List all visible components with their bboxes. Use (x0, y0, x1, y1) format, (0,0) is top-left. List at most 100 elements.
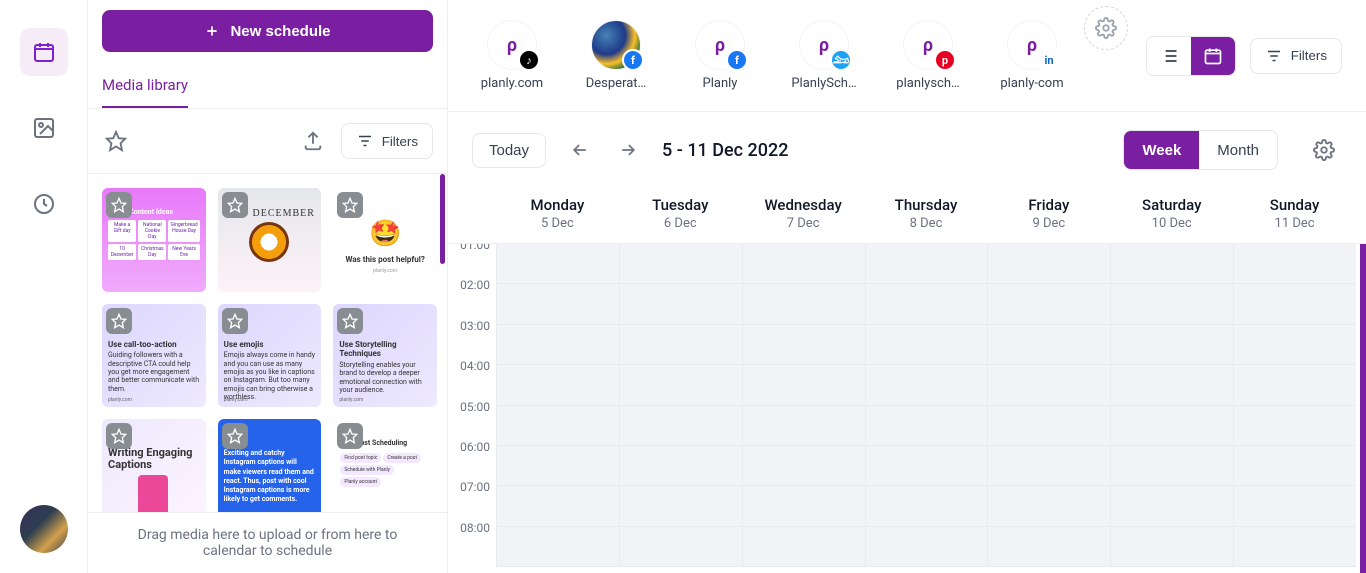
media-filters-button[interactable]: Filters (341, 123, 433, 159)
media-item[interactable]: guide to:Writing Engaging Captions (102, 419, 206, 512)
media-grid-scroll[interactable]: Media Content IdeasMake a Gift dayNation… (88, 174, 447, 512)
time-slot[interactable] (1111, 284, 1233, 324)
day-column[interactable] (1233, 244, 1356, 567)
time-slot[interactable] (866, 446, 988, 486)
next-week-button[interactable] (614, 136, 642, 164)
upload-icon[interactable] (299, 127, 327, 155)
time-slot[interactable] (1234, 406, 1356, 446)
tab-media-library[interactable]: Media library (102, 64, 188, 108)
time-slot[interactable] (743, 527, 865, 567)
favorite-toggle[interactable] (222, 192, 248, 218)
time-slot[interactable] (1111, 527, 1233, 567)
time-slot[interactable] (866, 406, 988, 446)
favorite-toggle[interactable] (222, 308, 248, 334)
time-slot[interactable] (866, 486, 988, 526)
calendar-filters-button[interactable]: Filters (1250, 38, 1342, 74)
account-item[interactable]: fDesperat… (576, 20, 656, 91)
time-slot[interactable] (988, 244, 1110, 284)
account-item[interactable]: ρ♪planly.com (472, 20, 552, 91)
time-slot[interactable] (620, 325, 742, 365)
time-slot[interactable] (743, 446, 865, 486)
media-item[interactable]: Use call-too-actionGuiding followers wit… (102, 304, 206, 408)
time-slot[interactable] (1111, 365, 1233, 405)
time-slot[interactable] (866, 325, 988, 365)
media-item[interactable]: Media Content IdeasMake a Gift dayNation… (102, 188, 206, 292)
time-slot[interactable] (497, 527, 619, 567)
time-slot[interactable] (497, 365, 619, 405)
time-slot[interactable] (497, 325, 619, 365)
day-column[interactable] (865, 244, 988, 567)
time-slot[interactable] (866, 365, 988, 405)
time-slot[interactable] (1234, 365, 1356, 405)
image-nav-icon[interactable] (20, 104, 68, 152)
time-slot[interactable] (866, 527, 988, 567)
day-column[interactable] (742, 244, 865, 567)
calendar-view-button[interactable] (1191, 37, 1235, 75)
time-slot[interactable] (1111, 244, 1233, 284)
favorite-toggle[interactable] (106, 308, 132, 334)
time-slot[interactable] (1234, 244, 1356, 284)
time-slot[interactable] (988, 406, 1110, 446)
time-slot[interactable] (620, 244, 742, 284)
day-column[interactable] (619, 244, 742, 567)
media-item[interactable]: Exciting and catchy Instagram captions w… (218, 419, 322, 512)
time-slot[interactable] (1111, 325, 1233, 365)
time-slot[interactable] (743, 365, 865, 405)
day-column[interactable] (1110, 244, 1233, 567)
time-slot[interactable] (497, 406, 619, 446)
time-slot[interactable] (497, 446, 619, 486)
time-slot[interactable] (988, 365, 1110, 405)
time-slot[interactable] (620, 446, 742, 486)
month-toggle[interactable]: Month (1199, 131, 1277, 169)
time-slot[interactable] (743, 244, 865, 284)
time-slot[interactable] (743, 325, 865, 365)
time-slot[interactable] (497, 486, 619, 526)
day-column[interactable] (496, 244, 619, 567)
media-item[interactable]: Use Storytelling TechniquesStorytelling … (333, 304, 437, 408)
time-slot[interactable] (988, 527, 1110, 567)
time-slot[interactable] (497, 284, 619, 324)
day-column[interactable] (987, 244, 1110, 567)
account-item[interactable]: ρfPlanly (680, 20, 760, 91)
account-item[interactable]: ρinplanly-com (992, 20, 1072, 91)
today-button[interactable]: Today (472, 133, 546, 168)
account-item[interactable]: ρ𐦐PlanlySch… (784, 20, 864, 91)
history-nav-icon[interactable] (20, 180, 68, 228)
time-slot[interactable] (988, 284, 1110, 324)
time-slot[interactable] (1234, 325, 1356, 365)
add-account-button[interactable] (1084, 6, 1128, 50)
prev-week-button[interactable] (566, 136, 594, 164)
time-slot[interactable] (988, 325, 1110, 365)
time-slot[interactable] (866, 284, 988, 324)
media-item[interactable]: 🤩Was this post helpful?planly.com (333, 188, 437, 292)
favorite-toggle[interactable] (337, 423, 363, 449)
time-slot[interactable] (1111, 406, 1233, 446)
time-slot[interactable] (620, 406, 742, 446)
user-avatar[interactable] (20, 505, 68, 553)
time-slot[interactable] (743, 406, 865, 446)
new-schedule-button[interactable]: New schedule (102, 10, 433, 52)
calendar-settings-button[interactable] (1306, 132, 1342, 168)
favorites-icon[interactable] (102, 127, 130, 155)
time-slot[interactable] (620, 486, 742, 526)
time-slot[interactable] (620, 365, 742, 405)
time-slot[interactable] (743, 486, 865, 526)
account-item[interactable]: ρpplanlysch… (888, 20, 968, 91)
time-slot[interactable] (497, 244, 619, 284)
time-slot[interactable] (1234, 284, 1356, 324)
favorite-toggle[interactable] (337, 192, 363, 218)
week-toggle[interactable]: Week (1124, 131, 1199, 169)
favorite-toggle[interactable] (222, 423, 248, 449)
time-slot[interactable] (620, 284, 742, 324)
time-slot[interactable] (1234, 446, 1356, 486)
favorite-toggle[interactable] (337, 308, 363, 334)
time-slot[interactable] (620, 527, 742, 567)
time-slot[interactable] (1234, 486, 1356, 526)
calendar-nav-icon[interactable] (20, 28, 68, 76)
time-slot[interactable] (1234, 527, 1356, 567)
time-slot[interactable] (1111, 486, 1233, 526)
media-item[interactable]: Auto Post SchedulingFind post topicCreat… (333, 419, 437, 512)
media-item[interactable]: Use emojisEmojis always come in handy an… (218, 304, 322, 408)
favorite-toggle[interactable] (106, 192, 132, 218)
time-slot[interactable] (988, 446, 1110, 486)
